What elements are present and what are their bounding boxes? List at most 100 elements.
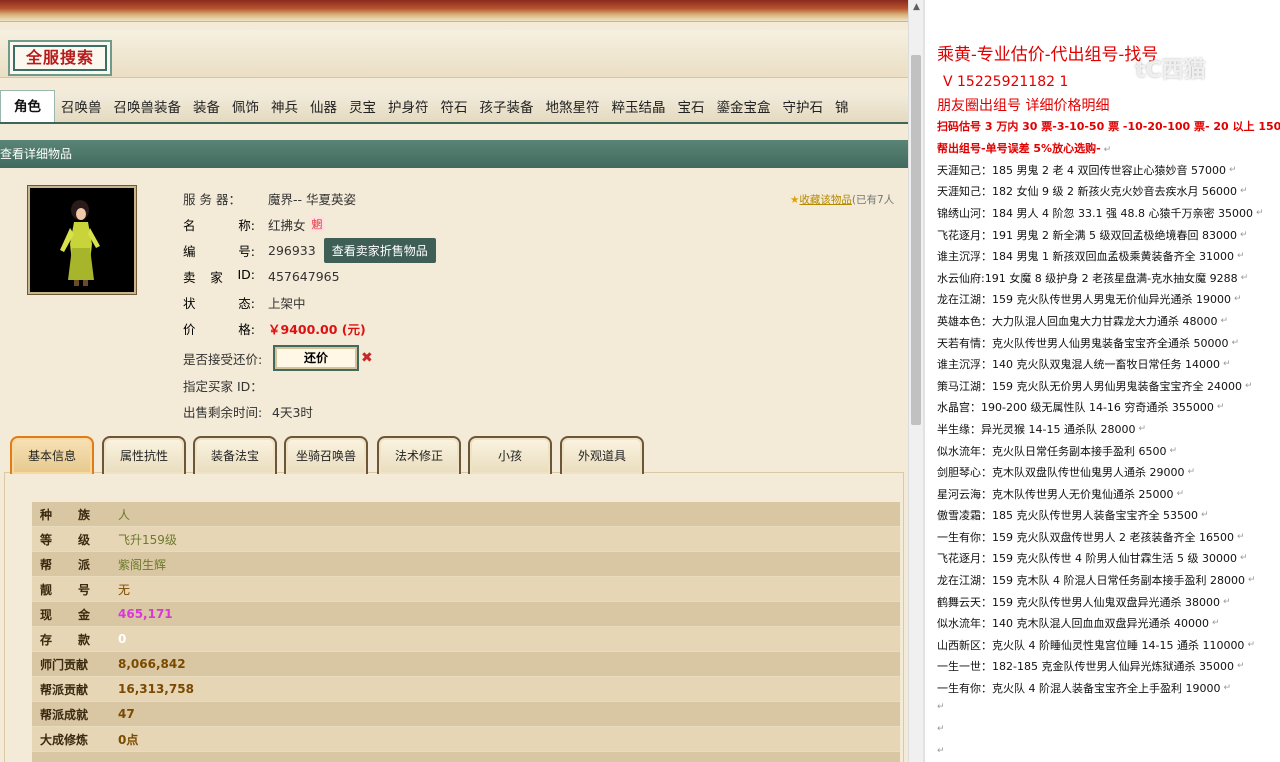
paragraph-mark: ↵ [1233, 294, 1242, 305]
listing-text: 一生一世：182-185 克金队传世男人仙异光炼狱通杀 35000 [937, 660, 1234, 674]
paragraph-mark: ↵ [1176, 488, 1185, 499]
doc-title: 乘黄-专业估价-代出组号-找号 [937, 45, 1159, 65]
attribute-key: 帮派成就 [40, 707, 89, 722]
listing-text: 星河云海：克木队传世男人无价鬼仙通杀 25000 [937, 487, 1174, 501]
paragraph-mark: ↵ [1239, 553, 1248, 564]
listing-item: 一生有你：159 克火队双盘传世男人 2 老孩装备齐全 16500 ↵ [937, 526, 1264, 548]
vertical-scrollbar[interactable]: ▲ [908, 0, 923, 762]
category-tab[interactable]: 角色 [0, 90, 55, 122]
listing-item: 飞花逐月：159 克火队传世 4 阶男人仙甘霖生活 5 级 30000 ↵ [937, 548, 1264, 570]
detail-tab[interactable]: 基本信息 [10, 436, 94, 474]
buyer-row: 指定买家 ID： [183, 375, 268, 395]
attribute-key-part: 帮 [40, 557, 53, 572]
category-tab[interactable]: 锦 [829, 96, 855, 122]
listing-item: 龙在江湖：159 克木队 4 阶混人日常任务副本接手盈利 28000 ↵ [937, 569, 1264, 591]
listing-item: 鹤舞云天：159 克火队传世男人仙鬼双盘异光通杀 38000 ↵ [937, 591, 1264, 613]
category-tab[interactable]: 鎏金宝盒 [711, 96, 777, 122]
counter-offer-row: 是否接受还价: 还价 ✖ [183, 344, 373, 372]
listing-item: 似水流年：克火队日常任务副本接手盈利 6500 ↵ [937, 440, 1264, 462]
document-pane: 乘黄-专业估价-代出组号-找号 tC西猫 V 15225921182 1 朋友圈… [925, 0, 1280, 762]
listing-text: 半生缘：异光灵猴 14-15 通杀队 28000 [937, 422, 1136, 436]
listing-text: 天若有情：克火队传世男人仙男鬼装备宝宝齐全通杀 50000 [937, 336, 1229, 350]
seller-label-part: ID: [237, 266, 255, 282]
paragraph-mark: ↵ [937, 724, 945, 734]
attribute-row: 种族人 [32, 502, 900, 527]
paragraph-mark: ↵ [1244, 380, 1253, 391]
attribute-value: 紫阁生辉 [118, 557, 167, 572]
scroll-thumb[interactable] [911, 55, 921, 425]
detail-tabs: 基本信息 属性抗性 装备法宝 坐骑召唤兽 法术修正 小孩 外观道具 [10, 436, 900, 474]
attribute-key-part: 种 [40, 507, 53, 522]
detail-tab[interactable]: 坐骑召唤兽 [284, 436, 368, 474]
attribute-value: 16,313,758 [118, 682, 194, 696]
attribute-key-part: 等 [40, 532, 53, 547]
global-search-badge[interactable]: 全服搜索 [8, 40, 112, 76]
close-icon[interactable]: ✖ [361, 350, 373, 366]
status-label-part: 状 [183, 295, 196, 311]
seller-id-value: 457647965 [268, 268, 340, 284]
attribute-value: 0点 [118, 732, 139, 747]
detail-tab[interactable]: 小孩 [468, 436, 552, 474]
status-label-part: 态: [238, 295, 255, 311]
detail-tab[interactable]: 属性抗性 [102, 436, 186, 474]
doc-contact: V 15225921182 1 [943, 74, 1069, 90]
listing-item: 半生缘：异光灵猴 14-15 通杀队 28000 ↵ [937, 418, 1264, 440]
paragraph-mark: ↵ [1247, 639, 1255, 650]
category-tab[interactable]: 粹玉结晶 [606, 96, 672, 122]
attribute-value: 无 [118, 582, 131, 597]
doc-guarantee-line: 帮出组号-单号误差 5%放心选购- ↵ [937, 140, 1111, 156]
attribute-key-part: 存 [40, 632, 53, 647]
category-tab-bar: 角色 召唤兽 召唤兽装备 装备 佩饰 神兵 仙器 灵宝 护身符 符石 孩子装备 地煞星符 粹玉结晶 宝石鎏… [0, 90, 908, 124]
status-value: 上架中 [268, 295, 306, 311]
listing-text: 似水流年：140 克木队混人回血血双盘异光通杀 40000 [937, 617, 1209, 631]
name-label-part: 名 [183, 217, 196, 233]
category-tab[interactable]: 宝石 [672, 96, 711, 122]
paragraph-mark: ↵ [1236, 251, 1245, 262]
category-tab[interactable]: 地煞星符 [540, 96, 606, 122]
remaining-time-label: 出售剩余时间: [183, 404, 263, 420]
status-label: 状 态: [183, 293, 255, 312]
category-tab[interactable]: 灵宝 [343, 96, 382, 122]
category-tab[interactable]: 佩饰 [226, 96, 265, 122]
category-tab[interactable]: 护身符 [382, 96, 435, 122]
listing-item: 锦绣山河：184 男人 4 阶忽 33.1 强 48.8 心猿千万亲密 3500… [937, 202, 1264, 224]
paragraph-mark: ↵ [1222, 596, 1231, 607]
listing-text: 一生有你：159 克火队双盘传世男人 2 老孩装备齐全 16500 [937, 530, 1234, 544]
view-seller-items-button[interactable]: 查看卖家折售物品 [323, 237, 436, 263]
category-tab[interactable]: 神兵 [265, 96, 304, 122]
paragraph-mark: ↵ [1138, 423, 1146, 434]
listing-item: 星河云海：克木队传世男人无价鬼仙通杀 25000 ↵ [937, 483, 1264, 505]
attribute-key: 帮派 [32, 556, 90, 573]
paragraph-mark: ↵ [937, 746, 945, 756]
listing-item: 剑胆琴心：克木队双盘队传世仙鬼男人通杀 29000 ↵ [937, 461, 1264, 483]
detail-tab[interactable]: 装备法宝 [193, 436, 277, 474]
attribute-key: 现金 [32, 606, 90, 623]
seller-label-part: 家 [210, 269, 223, 285]
listing-text: 剑胆琴心：克木队双盘队传世仙鬼男人通杀 29000 [937, 466, 1185, 480]
counter-offer-button[interactable]: 还价 [273, 345, 359, 371]
category-tab[interactable]: 守护石 [777, 96, 830, 122]
id-label-part: 编 [183, 243, 196, 259]
listing-item: 水云仙府:191 女魔 8 级护身 2 老孩星盘满-克水抽女魔 9288 ↵ [937, 267, 1264, 289]
seller-row: 卖 家 ID: 457647965 [183, 266, 340, 286]
category-tab[interactable]: 符石 [435, 96, 474, 122]
paragraph-mark: ↵ [1236, 531, 1245, 542]
attribute-key: 存款 [32, 631, 90, 648]
listing-item: 傲雪凌霜：185 克火队传世男人装备宝宝齐全 53500 ↵ [937, 505, 1264, 527]
detail-tab[interactable]: 外观道具 [560, 436, 644, 474]
category-tab[interactable]: 召唤兽装备 [108, 96, 188, 122]
attribute-key-part: 级 [77, 532, 90, 547]
detail-tab[interactable]: 法术修正 [377, 436, 461, 474]
category-tab[interactable]: 仙器 [304, 96, 343, 122]
attribute-table: 种族人等级飞升159级帮派紫阁生辉靓号无现金 465,171 存款 0 师门贡献 8,06… [32, 502, 900, 762]
attribute-row: 存款0 [32, 627, 900, 652]
listing-item: 一生一世：182-185 克金队传世男人仙异光炼狱通杀 35000 ↵ [937, 656, 1264, 678]
designated-buyer-label: 指定买家 ID： [183, 378, 263, 394]
category-tab[interactable]: 召唤兽 [55, 96, 108, 122]
category-tab[interactable]: 孩子装备 [474, 96, 540, 122]
favorite-link[interactable]: ★收藏该物品(已有7人 [790, 192, 894, 207]
paragraph-mark: ↵ [1223, 683, 1232, 694]
category-tab[interactable]: 装备 [187, 96, 226, 122]
listing-item: 谁主沉浮：184 男鬼 1 新孩双回血孟极乘黄装备齐全 31000 ↵ [937, 245, 1264, 267]
scroll-up-icon[interactable]: ▲ [909, 0, 924, 14]
